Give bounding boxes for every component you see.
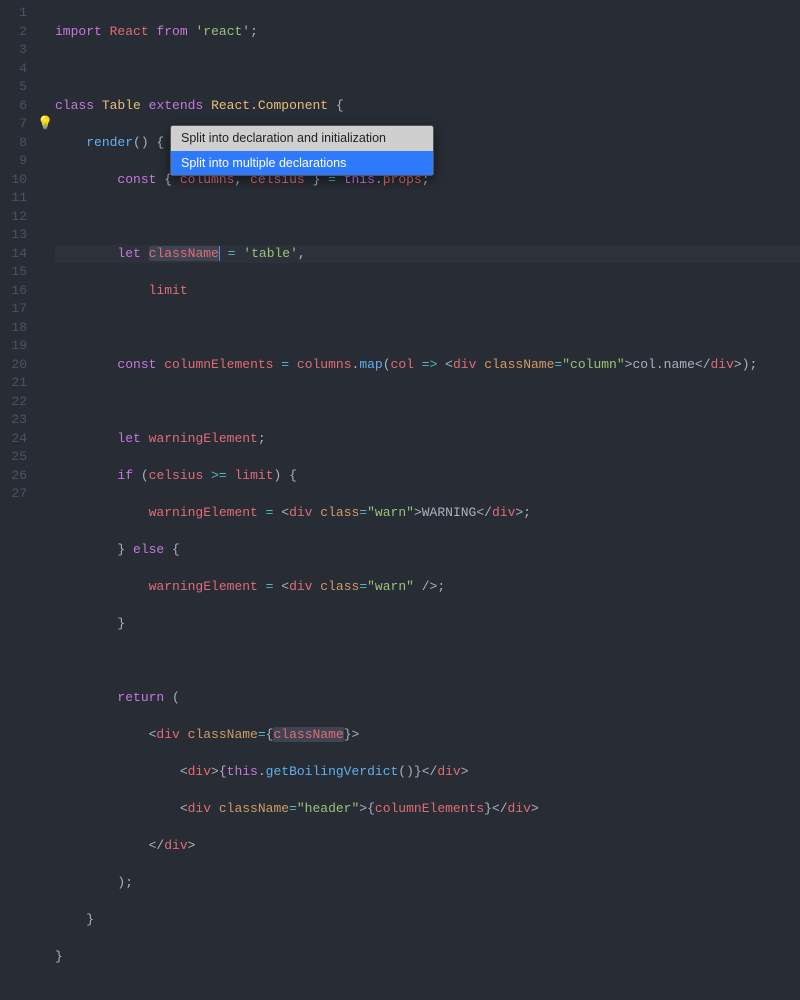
identifier: warningElement — [149, 505, 258, 520]
code-area[interactable]: import React from 'react'; class Table e… — [55, 0, 800, 500]
string: 'table' — [243, 246, 298, 261]
line-number: 7 — [0, 115, 35, 134]
intention-popup: Split into declaration and initializatio… — [170, 125, 434, 176]
line-number: 5 — [0, 78, 35, 97]
line-number: 13 — [0, 226, 35, 245]
identifier: warningElement — [149, 431, 258, 446]
selected-text: className — [149, 246, 219, 261]
line-number: 25 — [0, 448, 35, 467]
jsx-tag: div — [508, 801, 531, 816]
keyword: if — [117, 468, 133, 483]
line-number: 17 — [0, 300, 35, 319]
line-number: 3 — [0, 41, 35, 60]
class-name: React.Component — [211, 98, 328, 113]
line-number: 8 — [0, 134, 35, 153]
line-number: 19 — [0, 337, 35, 356]
annotation-column: 💡 — [35, 0, 55, 500]
keyword: import — [55, 24, 102, 39]
string: 'react' — [195, 24, 250, 39]
class-name: Table — [102, 98, 141, 113]
intention-item-split-decl-init[interactable]: Split into declaration and initializatio… — [171, 126, 433, 151]
string: "header" — [297, 801, 359, 816]
jsx-tag: div — [437, 764, 460, 779]
text: WARNING — [422, 505, 477, 520]
string: "column" — [562, 357, 624, 372]
lightbulb-icon[interactable]: 💡 — [37, 115, 53, 134]
identifier: limit — [234, 468, 273, 483]
string: "warn" — [367, 579, 414, 594]
jsx-attr: className — [188, 727, 258, 742]
line-number: 12 — [0, 208, 35, 227]
jsx-attr: className — [484, 357, 554, 372]
line-number: 22 — [0, 393, 35, 412]
param: col — [391, 357, 414, 372]
line-number: 4 — [0, 60, 35, 79]
jsx-attr: class — [320, 505, 359, 520]
line-number: 1 — [0, 4, 35, 23]
keyword: const — [117, 357, 156, 372]
code-editor: 1234567891011121314151617181920212223242… — [0, 0, 800, 500]
line-number: 26 — [0, 467, 35, 486]
highlighted-ref: className — [273, 727, 343, 742]
method: getBoilingVerdict — [266, 764, 399, 779]
line-number: 21 — [0, 374, 35, 393]
keyword: class — [55, 98, 94, 113]
jsx-attr: className — [219, 801, 289, 816]
line-number: 2 — [0, 23, 35, 42]
text: col.name — [632, 357, 694, 372]
identifier: celsius — [149, 468, 204, 483]
keyword: extends — [149, 98, 204, 113]
jsx-attr: class — [320, 579, 359, 594]
keyword: const — [117, 172, 156, 187]
keyword: let — [117, 246, 140, 261]
identifier: columnElements — [375, 801, 484, 816]
jsx-tag: div — [289, 505, 312, 520]
keyword: else — [133, 542, 164, 557]
jsx-tag: div — [711, 357, 734, 372]
identifier: React — [110, 24, 149, 39]
line-number: 18 — [0, 319, 35, 338]
line-number: 10 — [0, 171, 35, 190]
identifier: columnElements — [164, 357, 273, 372]
jsx-tag: div — [492, 505, 515, 520]
jsx-tag: div — [188, 801, 211, 816]
identifier: warningElement — [149, 579, 258, 594]
jsx-tag: div — [156, 727, 179, 742]
jsx-tag: div — [289, 579, 312, 594]
line-number-gutter: 1234567891011121314151617181920212223242… — [0, 0, 35, 500]
line-number: 6 — [0, 97, 35, 116]
intention-item-split-multiple[interactable]: Split into multiple declarations — [171, 151, 433, 176]
line-number: 9 — [0, 152, 35, 171]
keyword: from — [156, 24, 187, 39]
line-number: 23 — [0, 411, 35, 430]
line-number: 24 — [0, 430, 35, 449]
identifier: columns — [297, 357, 352, 372]
line-number: 20 — [0, 356, 35, 375]
line-number: 15 — [0, 263, 35, 282]
method: render — [86, 135, 133, 150]
keyword: return — [117, 690, 164, 705]
jsx-tag: div — [188, 764, 211, 779]
line-number: 11 — [0, 189, 35, 208]
identifier: limit — [149, 283, 188, 298]
jsx-tag: div — [164, 838, 187, 853]
keyword: this — [227, 764, 258, 779]
line-number: 16 — [0, 282, 35, 301]
string: "warn" — [367, 505, 414, 520]
method: map — [359, 357, 382, 372]
jsx-tag: div — [453, 357, 476, 372]
keyword: let — [117, 431, 140, 446]
line-number: 14 — [0, 245, 35, 264]
line-number: 27 — [0, 485, 35, 504]
